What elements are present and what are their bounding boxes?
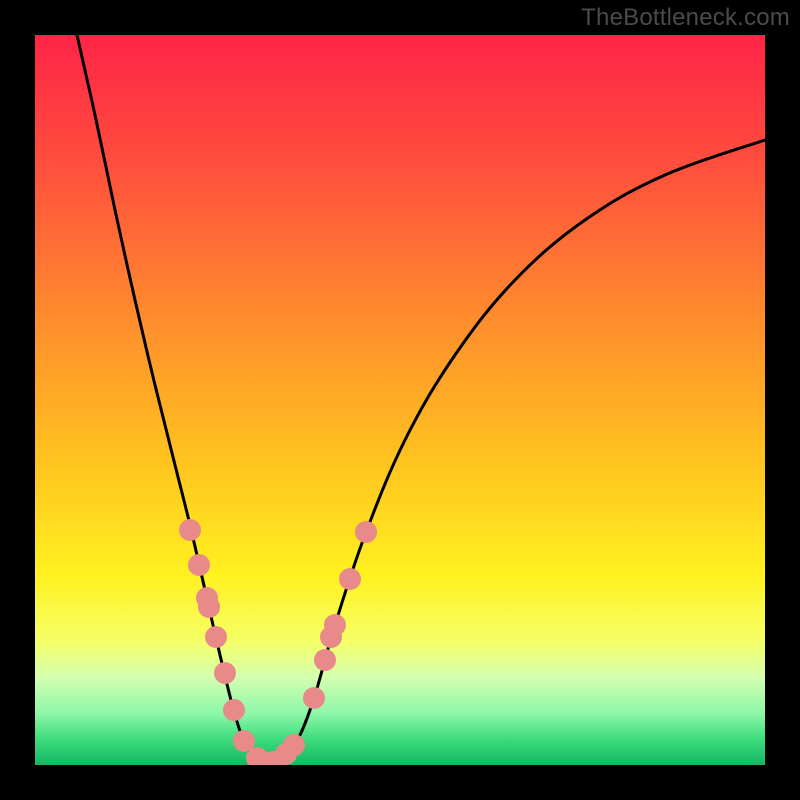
marker-dot [198, 596, 220, 618]
marker-dot [355, 521, 377, 543]
marker-dot [223, 699, 245, 721]
marker-dot [205, 626, 227, 648]
marker-dot [339, 568, 361, 590]
watermark-text: TheBottleneck.com [581, 4, 790, 32]
marker-dot [314, 649, 336, 671]
marker-dot [179, 519, 201, 541]
chart-svg [35, 35, 765, 765]
plot-area [35, 35, 765, 765]
marker-dot [188, 554, 210, 576]
gradient-background [35, 35, 765, 765]
marker-dot [324, 614, 346, 636]
marker-dot [283, 734, 305, 756]
marker-dot [214, 662, 236, 684]
marker-dot [303, 687, 325, 709]
chart-container: TheBottleneck.com [0, 0, 800, 800]
